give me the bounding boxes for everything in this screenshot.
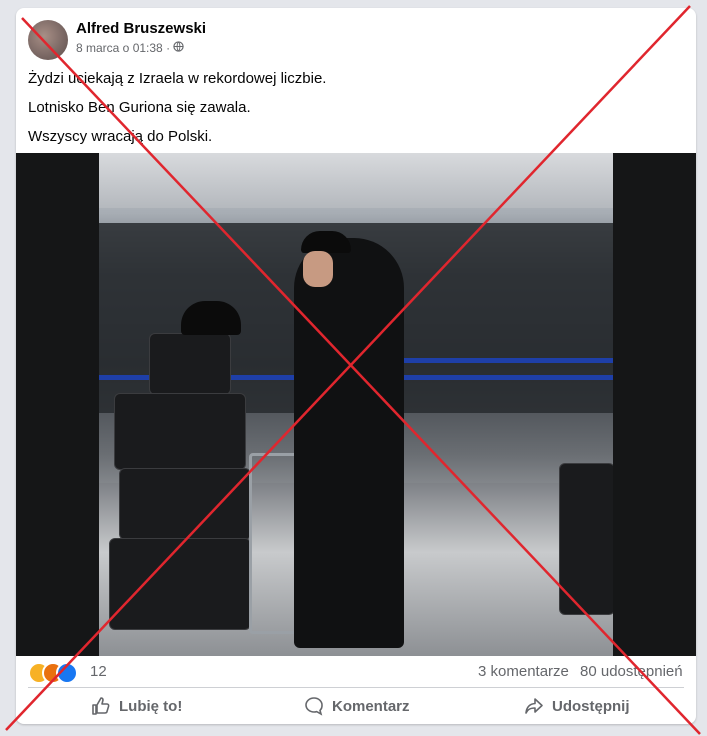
reaction-count[interactable]: 12 [90, 663, 107, 680]
airport-photo [99, 153, 613, 656]
man-in-coat [294, 238, 404, 648]
avatar[interactable] [28, 20, 68, 60]
meta-separator: · [166, 41, 171, 55]
shares-count[interactable]: 80 udostępnień [580, 663, 683, 680]
post-text: Żydzi uciekają z Izraela w rekordowej li… [28, 69, 326, 156]
engagement-counts: 12 3 komentarze 80 udostępnień [16, 658, 696, 686]
comment-bubble-icon [304, 696, 324, 716]
suitcase [149, 333, 231, 395]
post-card: Alfred Bruszewski 8 marca o 01:38 · Żydz… [16, 8, 696, 724]
post-date[interactable]: 8 marca o 01:38 [76, 41, 163, 55]
post-line-1: Żydzi uciekają z Izraela w rekordowej li… [28, 70, 327, 87]
thumbs-up-icon [91, 696, 111, 716]
share-label: Udostępnij [552, 697, 630, 715]
like-button[interactable]: Lubię to! [91, 693, 182, 719]
like-icon [56, 662, 78, 684]
post-meta: 8 marca o 01:38 · [76, 41, 185, 55]
face [303, 251, 333, 287]
comment-label: Komentarz [332, 697, 410, 715]
comment-button[interactable]: Komentarz [304, 693, 410, 719]
suitcase [559, 463, 613, 615]
black-hat [181, 301, 241, 335]
reaction-icons[interactable] [28, 662, 88, 684]
suitcase [114, 393, 246, 470]
post-line-3: Wszyscy wracają do Polski. [28, 128, 213, 145]
like-label: Lubię to! [119, 697, 183, 715]
photo-ceiling [99, 153, 613, 208]
post-photo[interactable] [16, 153, 696, 656]
author-name[interactable]: Alfred Bruszewski [76, 20, 206, 37]
suitcase [109, 538, 251, 630]
kippah [301, 231, 351, 253]
action-bar: Lubię to! Komentarz Udostępnij [16, 688, 696, 724]
share-arrow-icon [524, 696, 544, 716]
globe-icon [173, 41, 185, 55]
suitcase [119, 468, 251, 540]
share-button[interactable]: Udostępnij [524, 693, 630, 719]
post-line-2: Lotnisko Ben Guriona się zawala. [28, 99, 251, 116]
comments-count[interactable]: 3 komentarze [478, 663, 569, 680]
